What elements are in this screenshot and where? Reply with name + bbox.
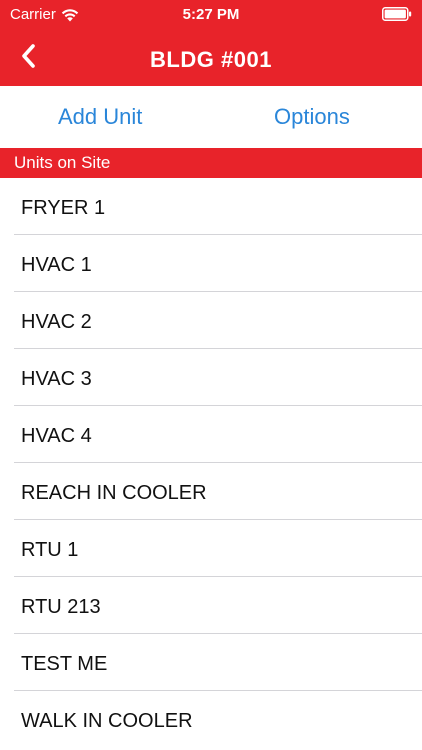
options-button[interactable]: Options — [274, 104, 350, 130]
unit-label: RTU 1 — [21, 539, 79, 561]
actions-row: Add Unit Options — [0, 86, 422, 148]
page-title: BLDG #001 — [150, 47, 272, 72]
status-bar: Carrier 5:27 PM — [0, 0, 422, 30]
unit-label: REACH IN COOLER — [21, 482, 207, 504]
unit-row[interactable]: RTU 1 — [0, 520, 422, 577]
unit-label: FRYER 1 — [21, 197, 106, 219]
unit-label: TEST ME — [21, 653, 108, 675]
unit-row[interactable]: RTU 213 — [0, 577, 422, 634]
unit-row[interactable]: HVAC 4 — [0, 406, 422, 463]
unit-label: HVAC 4 — [21, 425, 92, 447]
back-button[interactable] — [10, 38, 46, 74]
section-header: Units on Site — [0, 148, 422, 178]
unit-label: WALK IN COOLER — [21, 710, 193, 732]
add-unit-button[interactable]: Add Unit — [58, 104, 142, 130]
status-time: 5:27 PM — [182, 6, 240, 23]
battery-icon — [382, 7, 412, 21]
screen: Carrier 5:27 PM BLDG #001 Add Unit Optio… — [0, 0, 422, 750]
unit-row[interactable]: TEST ME — [0, 634, 422, 691]
unit-label: RTU 213 — [21, 596, 101, 618]
unit-row[interactable]: HVAC 3 — [0, 349, 422, 406]
unit-row[interactable]: HVAC 1 — [0, 235, 422, 292]
top-bar: Carrier 5:27 PM BLDG #001 — [0, 0, 422, 86]
nav-bar: BLDG #001 — [0, 30, 422, 86]
unit-row[interactable]: WALK IN COOLER — [0, 691, 422, 748]
unit-row[interactable]: FRYER 1 — [0, 178, 422, 235]
unit-label: HVAC 2 — [21, 311, 92, 333]
unit-label: HVAC 3 — [21, 368, 92, 390]
unit-list: FRYER 1 HVAC 1 HVAC 2 HVAC 3 HVAC 4 REACH IN … — [0, 178, 422, 748]
unit-row[interactable]: REACH IN COOLER — [0, 463, 422, 520]
unit-row[interactable]: HVAC 2 — [0, 292, 422, 349]
chevron-left-icon — [22, 44, 35, 68]
unit-label: HVAC 1 — [21, 254, 92, 276]
